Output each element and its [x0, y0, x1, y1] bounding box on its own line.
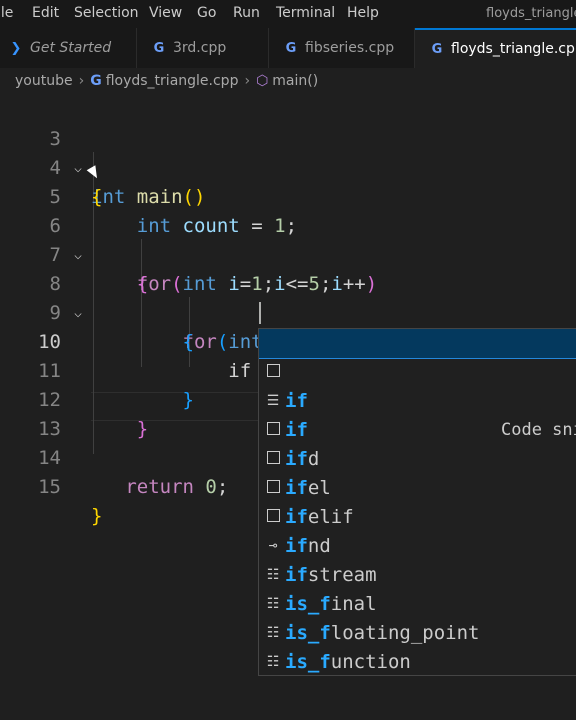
code-line: 3 ⌵ int main() — [0, 96, 576, 208]
tab-3rd-cpp[interactable]: G 3rd.cpp — [137, 28, 269, 68]
breadcrumb-symbol[interactable]: main() — [272, 73, 318, 89]
code-line: 7 { — [0, 212, 576, 295]
suggestion-item[interactable]: ⊸ ifstream — [259, 503, 576, 586]
menu-view[interactable]: View — [149, 5, 182, 21]
suggestion-item[interactable]: ☷ is_fundamental — [259, 619, 576, 670]
menu-run[interactable]: Run — [233, 5, 260, 21]
chevron-right-icon: › — [244, 73, 251, 89]
code-line: 4 { — [0, 125, 576, 208]
suggestion-item[interactable]: ☷ is_final — [259, 532, 576, 615]
suggestion-item[interactable]: ☷ is_function — [259, 590, 576, 673]
window-title: floyds_triangle. — [486, 6, 576, 21]
menu-file[interactable]: ile — [0, 5, 13, 21]
text-cursor — [259, 302, 261, 324]
chevron-right-icon: › — [78, 73, 85, 89]
tab-label: fibseries.cpp — [305, 40, 395, 56]
tab-get-started[interactable]: ❯ Get Started — [0, 28, 137, 68]
menu-terminal[interactable]: Terminal — [276, 5, 335, 21]
breadcrumb-folder[interactable]: youtube — [15, 73, 73, 89]
cpp-file-icon: G — [431, 41, 443, 57]
suggestion-item[interactable]: ☰ if — [259, 358, 576, 441]
cpp-file-icon: G — [90, 73, 102, 89]
line-number: 15 — [38, 476, 61, 498]
autocomplete-suggestions[interactable]: if Code sni ☰ if ifd ifel ifelif ifnd ⊸ … — [258, 328, 576, 676]
menu-help[interactable]: Help — [347, 5, 379, 21]
menu-go[interactable]: Go — [197, 5, 216, 21]
tab-label: 3rd.cpp — [173, 40, 227, 56]
menu-bar: ile Edit Selection View Go Run Terminal … — [0, 0, 576, 28]
code-line: 5 int count = 1; — [0, 154, 576, 237]
code-line: 8 ⌵ for(int j=1;j<=5;j++) — [0, 241, 576, 353]
menu-edit[interactable]: Edit — [32, 5, 59, 21]
vscode-icon: ❯ — [10, 40, 22, 56]
suggestion-item[interactable]: ifnd — [259, 474, 576, 557]
tab-fibseries-cpp[interactable]: G fibseries.cpp — [269, 28, 415, 68]
breadcrumb: youtube › G floyds_triangle.cpp › ⬡ main… — [0, 68, 576, 94]
code-text: return 0; — [125, 476, 229, 498]
tab-label: floyds_triangle.cpp — [451, 41, 576, 57]
code-line: 6 ⌵ for(int i=1;i<=5;i++) — [0, 183, 576, 295]
suggestion-item[interactable]: if Code sni — [259, 329, 576, 440]
breadcrumb-file[interactable]: floyds_triangle.cpp — [106, 73, 239, 89]
suggestion-item[interactable]: ifel — [259, 416, 576, 499]
suggestion-item[interactable]: ifelif — [259, 445, 576, 528]
editor-tab-bar: ❯ Get Started G 3rd.cpp G fibseries.cpp … — [0, 28, 576, 68]
method-cube-icon: ⬡ — [256, 73, 269, 89]
tab-label: Get Started — [30, 40, 112, 56]
code-line: 9 { — [0, 270, 576, 353]
code-line: 10 if — [0, 299, 576, 382]
cpp-file-icon: G — [285, 40, 297, 56]
menu-selection[interactable]: Selection — [74, 5, 139, 21]
suggestion-item[interactable]: ⊸ int_fast16_t — [259, 648, 576, 675]
suggestion-item[interactable]: ifd — [259, 387, 576, 470]
tab-floyds-triangle-cpp[interactable]: G floyds_triangle.cpp — [415, 28, 576, 68]
cpp-file-icon: G — [153, 40, 165, 56]
code-text: } — [91, 505, 103, 527]
suggestion-item[interactable]: ☷ is_floating_point — [259, 561, 576, 644]
